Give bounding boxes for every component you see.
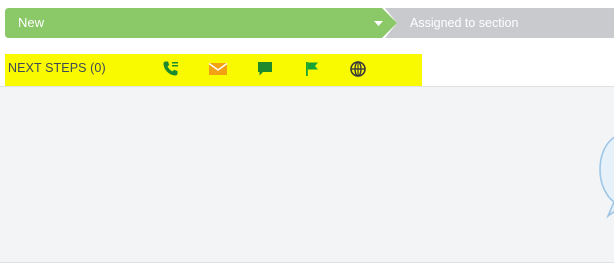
- stage-assigned-label: Assigned to section: [410, 16, 519, 30]
- globe-icon[interactable]: [348, 59, 368, 79]
- email-icon[interactable]: [208, 59, 228, 79]
- panel-bottom-border: [0, 262, 614, 263]
- chevron-down-icon[interactable]: [371, 18, 385, 28]
- phone-icon[interactable]: [161, 59, 181, 79]
- stage-new[interactable]: [5, 8, 397, 38]
- stage-new-label: New: [18, 15, 45, 30]
- next-steps-content-panel: [0, 87, 614, 262]
- stage-bar: New Assigned to section: [5, 8, 614, 38]
- empty-state-bubble-icon: [594, 132, 614, 230]
- active-tab-pointer: [57, 80, 71, 94]
- flag-icon[interactable]: [302, 59, 322, 79]
- next-steps-tab[interactable]: NEXT STEPS (0): [8, 60, 106, 76]
- chat-icon[interactable]: [255, 59, 275, 79]
